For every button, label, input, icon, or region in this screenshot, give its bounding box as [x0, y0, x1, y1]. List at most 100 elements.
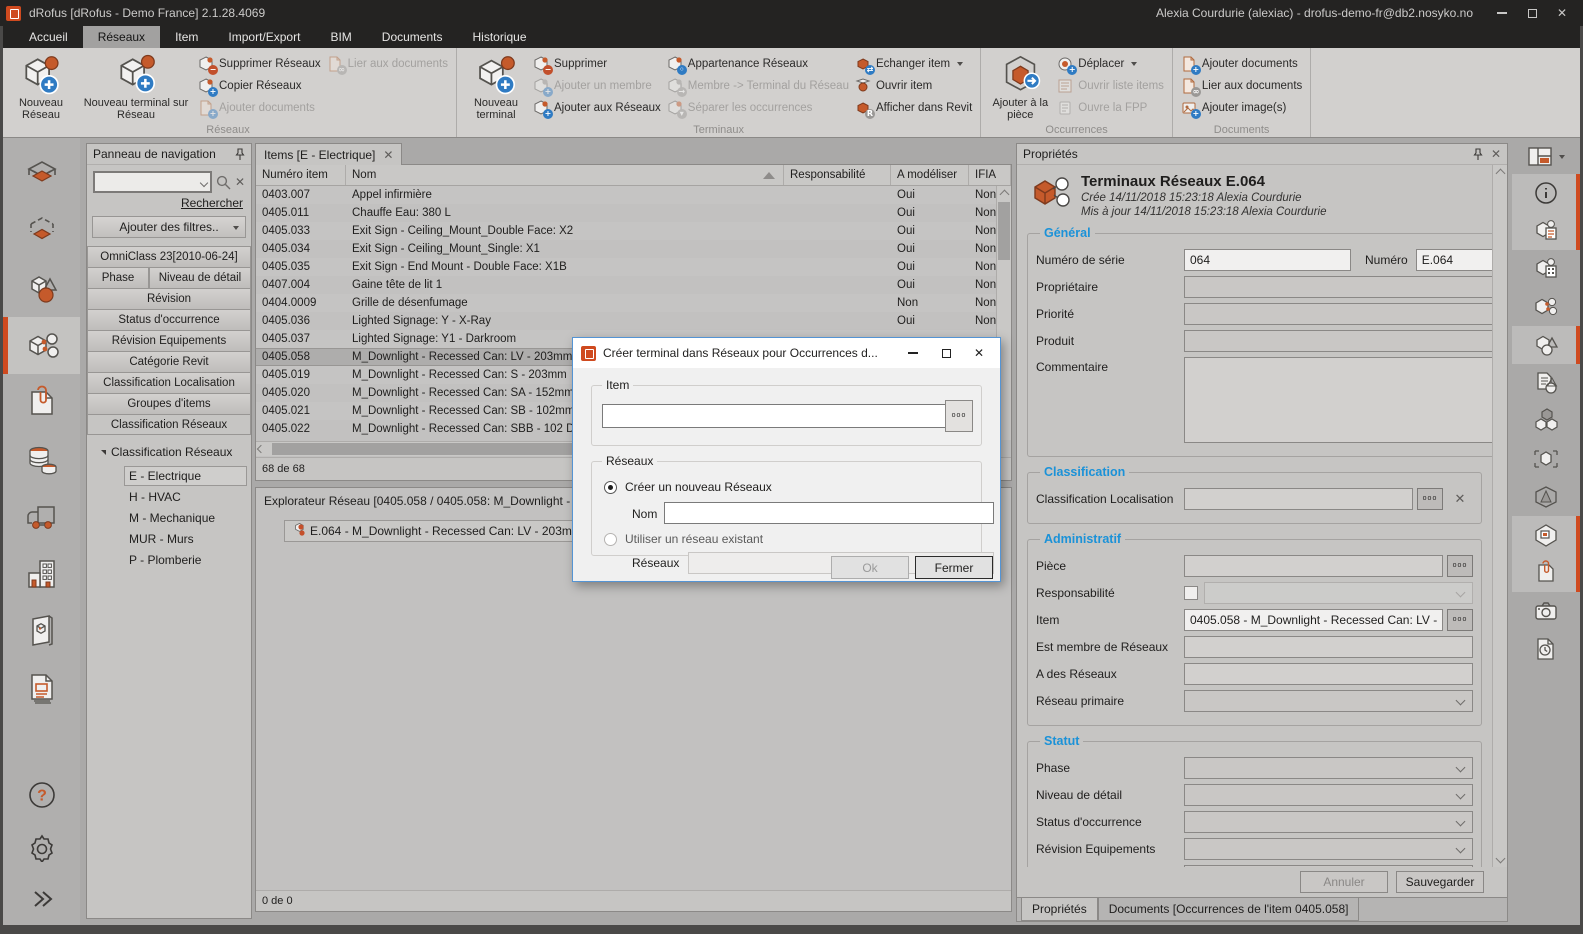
add-to-networks-button[interactable]: + Ajouter aux Réseaux: [533, 98, 661, 117]
occurrence-status-select[interactable]: [1184, 811, 1473, 833]
minimize-button[interactable]: [1487, 3, 1517, 23]
expand-sidebar-button[interactable]: [3, 873, 80, 925]
close-button[interactable]: ✕: [1547, 3, 1577, 23]
add-images-button[interactable]: + Ajouter image(s): [1181, 98, 1302, 117]
table-row[interactable]: 0403.007Appel infirmièreOuiNon: [256, 186, 1011, 204]
docs-link-documents-button[interactable]: ∞ Lier aux documents: [1181, 76, 1302, 95]
tree-node-electrique[interactable]: E - Electrique: [124, 466, 247, 486]
add-to-room-button[interactable]: Ajouter à la pièce: [989, 51, 1051, 123]
col-nom[interactable]: Nom: [346, 165, 784, 185]
scroll-left-icon[interactable]: [257, 445, 265, 453]
maximize-button[interactable]: [1517, 3, 1547, 23]
equipment-revision-select[interactable]: [1184, 838, 1473, 860]
filter-niveau-detail[interactable]: Niveau de détail: [149, 267, 251, 288]
scroll-up-icon[interactable]: [1493, 165, 1507, 180]
filter-groupes-items[interactable]: Groupes d'items: [87, 393, 251, 414]
table-row[interactable]: 0405.033Exit Sign - Ceiling_Mount_Double…: [256, 222, 1011, 240]
dialog-item-input[interactable]: [602, 404, 952, 428]
sidebar-item-logistics[interactable]: [3, 488, 80, 545]
tree-node-plomberie[interactable]: P - Plomberie: [125, 550, 247, 570]
toolbar-history-button[interactable]: [1512, 630, 1580, 668]
copy-networks-button[interactable]: + Copier Réseaux: [198, 76, 321, 95]
pin-icon[interactable]: [235, 148, 245, 161]
tree-node-hvac[interactable]: H - HVAC: [125, 487, 247, 507]
classification-clear-button[interactable]: ✕: [1447, 488, 1473, 510]
col-numero-item[interactable]: Numéro item: [256, 165, 346, 185]
close-tab-icon[interactable]: ✕: [383, 149, 393, 161]
number-input[interactable]: [1416, 249, 1492, 271]
pin-icon[interactable]: [1473, 148, 1483, 161]
toolbar-items-button[interactable]: [1512, 326, 1580, 364]
save-button[interactable]: Sauvegarder: [1396, 871, 1484, 893]
dialog-name-input[interactable]: [664, 502, 994, 524]
filter-revision[interactable]: Révision: [87, 288, 251, 309]
sidebar-item-room-templates[interactable]: [3, 203, 80, 260]
settings-button[interactable]: [3, 821, 80, 873]
table-row[interactable]: 0405.011Chauffe Eau: 380 LOuiNon: [256, 204, 1011, 222]
clear-search-icon[interactable]: ✕: [235, 176, 245, 188]
exchange-item-button[interactable]: ⇄ Echanger item: [855, 54, 972, 73]
classification-localisation-input[interactable]: [1184, 488, 1413, 510]
delete-terminal-button[interactable]: − Supprimer: [533, 54, 661, 73]
filter-omniclass[interactable]: OmniClass 23[2010-06-24]: [87, 246, 251, 267]
table-row[interactable]: 0407.004Gaine tête de lit 1OuiNon: [256, 276, 1011, 294]
tab-import-export[interactable]: Import/Export: [213, 26, 315, 48]
new-terminal-button[interactable]: Nouveau terminal: [465, 51, 527, 123]
network-explorer-item[interactable]: E.064 - M_Downlight - Recessed Can: LV -…: [284, 520, 600, 542]
item-browse-button[interactable]: ooo: [1447, 609, 1473, 631]
tab-proprietes[interactable]: Propriétés: [1021, 898, 1098, 921]
toolbar-item-data-button[interactable]: [1512, 212, 1580, 250]
responsabilite-checkbox[interactable]: [1184, 586, 1198, 600]
filter-revision-equipements[interactable]: Révision Equipements: [87, 330, 251, 351]
add-filters-dropdown[interactable]: Ajouter des filtres..: [92, 216, 246, 238]
properties-scrollbar[interactable]: [1492, 165, 1507, 867]
tree-node-murs[interactable]: MUR - Murs: [125, 529, 247, 549]
comment-textarea[interactable]: [1184, 357, 1492, 443]
new-network-button[interactable]: Nouveau Réseau: [8, 51, 74, 123]
filter-status-occurrence[interactable]: Status d'occurrence: [87, 309, 251, 330]
table-row[interactable]: 0405.034Exit Sign - Ceiling_Mount_Single…: [256, 240, 1011, 258]
member-of-networks-input[interactable]: [1184, 636, 1473, 658]
tree-node-mechanique[interactable]: M - Mechanique: [125, 508, 247, 528]
toolbar-attachment-button[interactable]: [1512, 554, 1580, 592]
radio-create-new-network[interactable]: Créer un nouveau Réseaux: [604, 480, 772, 494]
tree-node-classification-reseaux[interactable]: Classification Réseaux: [91, 443, 247, 465]
toolbar-item-matrix-button[interactable]: [1512, 250, 1580, 288]
col-responsabilite[interactable]: Responsabilité: [784, 165, 891, 185]
toolbar-info-button[interactable]: [1512, 174, 1580, 212]
toolbar-camera-button[interactable]: [1512, 592, 1580, 630]
toolbar-cube-cone-button[interactable]: [1512, 478, 1580, 516]
sidebar-item-rooms[interactable]: [3, 146, 80, 203]
search-history-chevron-icon[interactable]: [200, 179, 208, 187]
close-panel-icon[interactable]: ✕: [1491, 148, 1501, 160]
show-in-revit-button[interactable]: R Afficher dans Revit: [855, 98, 972, 117]
radio-use-existing-network[interactable]: Utiliser un réseau existant: [604, 532, 763, 546]
priority-select[interactable]: [1184, 303, 1492, 325]
filter-categorie-revit[interactable]: Catégorie Revit: [87, 351, 251, 372]
col-a-modeliser[interactable]: A modéliser: [891, 165, 969, 185]
serial-input[interactable]: [1184, 249, 1351, 271]
tab-documents[interactable]: Documents: [367, 26, 458, 48]
toolbar-doc-shapes-button[interactable]: [1512, 364, 1580, 402]
open-item-button[interactable]: Ouvrir item: [855, 76, 972, 95]
tab-documents-occurrences[interactable]: Documents [Occurrences de l'item 0405.05…: [1098, 898, 1360, 921]
delete-networks-button[interactable]: − Supprimer Réseaux: [198, 54, 321, 73]
search-icon[interactable]: [216, 175, 231, 190]
toolbar-3d-view-button[interactable]: [1512, 440, 1580, 478]
tab-accueil[interactable]: Accueil: [14, 26, 83, 48]
toolbar-network-button[interactable]: [1512, 288, 1580, 326]
table-row[interactable]: 0405.036Lighted Signage: Y - X-RayOuiNon: [256, 312, 1011, 330]
dialog-minimize-button[interactable]: [900, 342, 926, 364]
scroll-down-icon[interactable]: [1493, 852, 1507, 867]
filter-classification-reseaux[interactable]: Classification Réseaux: [87, 414, 251, 435]
dialog-close-button[interactable]: ✕: [966, 342, 992, 364]
room-browse-button[interactable]: ooo: [1447, 555, 1473, 577]
col-ifia[interactable]: IFIA: [969, 165, 1011, 185]
sidebar-item-catalog[interactable]: [3, 602, 80, 659]
dialog-maximize-button[interactable]: [933, 342, 959, 364]
layout-selector-button[interactable]: [1512, 140, 1580, 174]
network-membership-button[interactable]: ◦ Appartenance Réseaux: [667, 54, 849, 73]
sidebar-item-attachments[interactable]: [3, 374, 80, 431]
dialog-item-browse-button[interactable]: ooo: [945, 400, 973, 432]
move-button[interactable]: + Déplacer: [1057, 54, 1164, 73]
